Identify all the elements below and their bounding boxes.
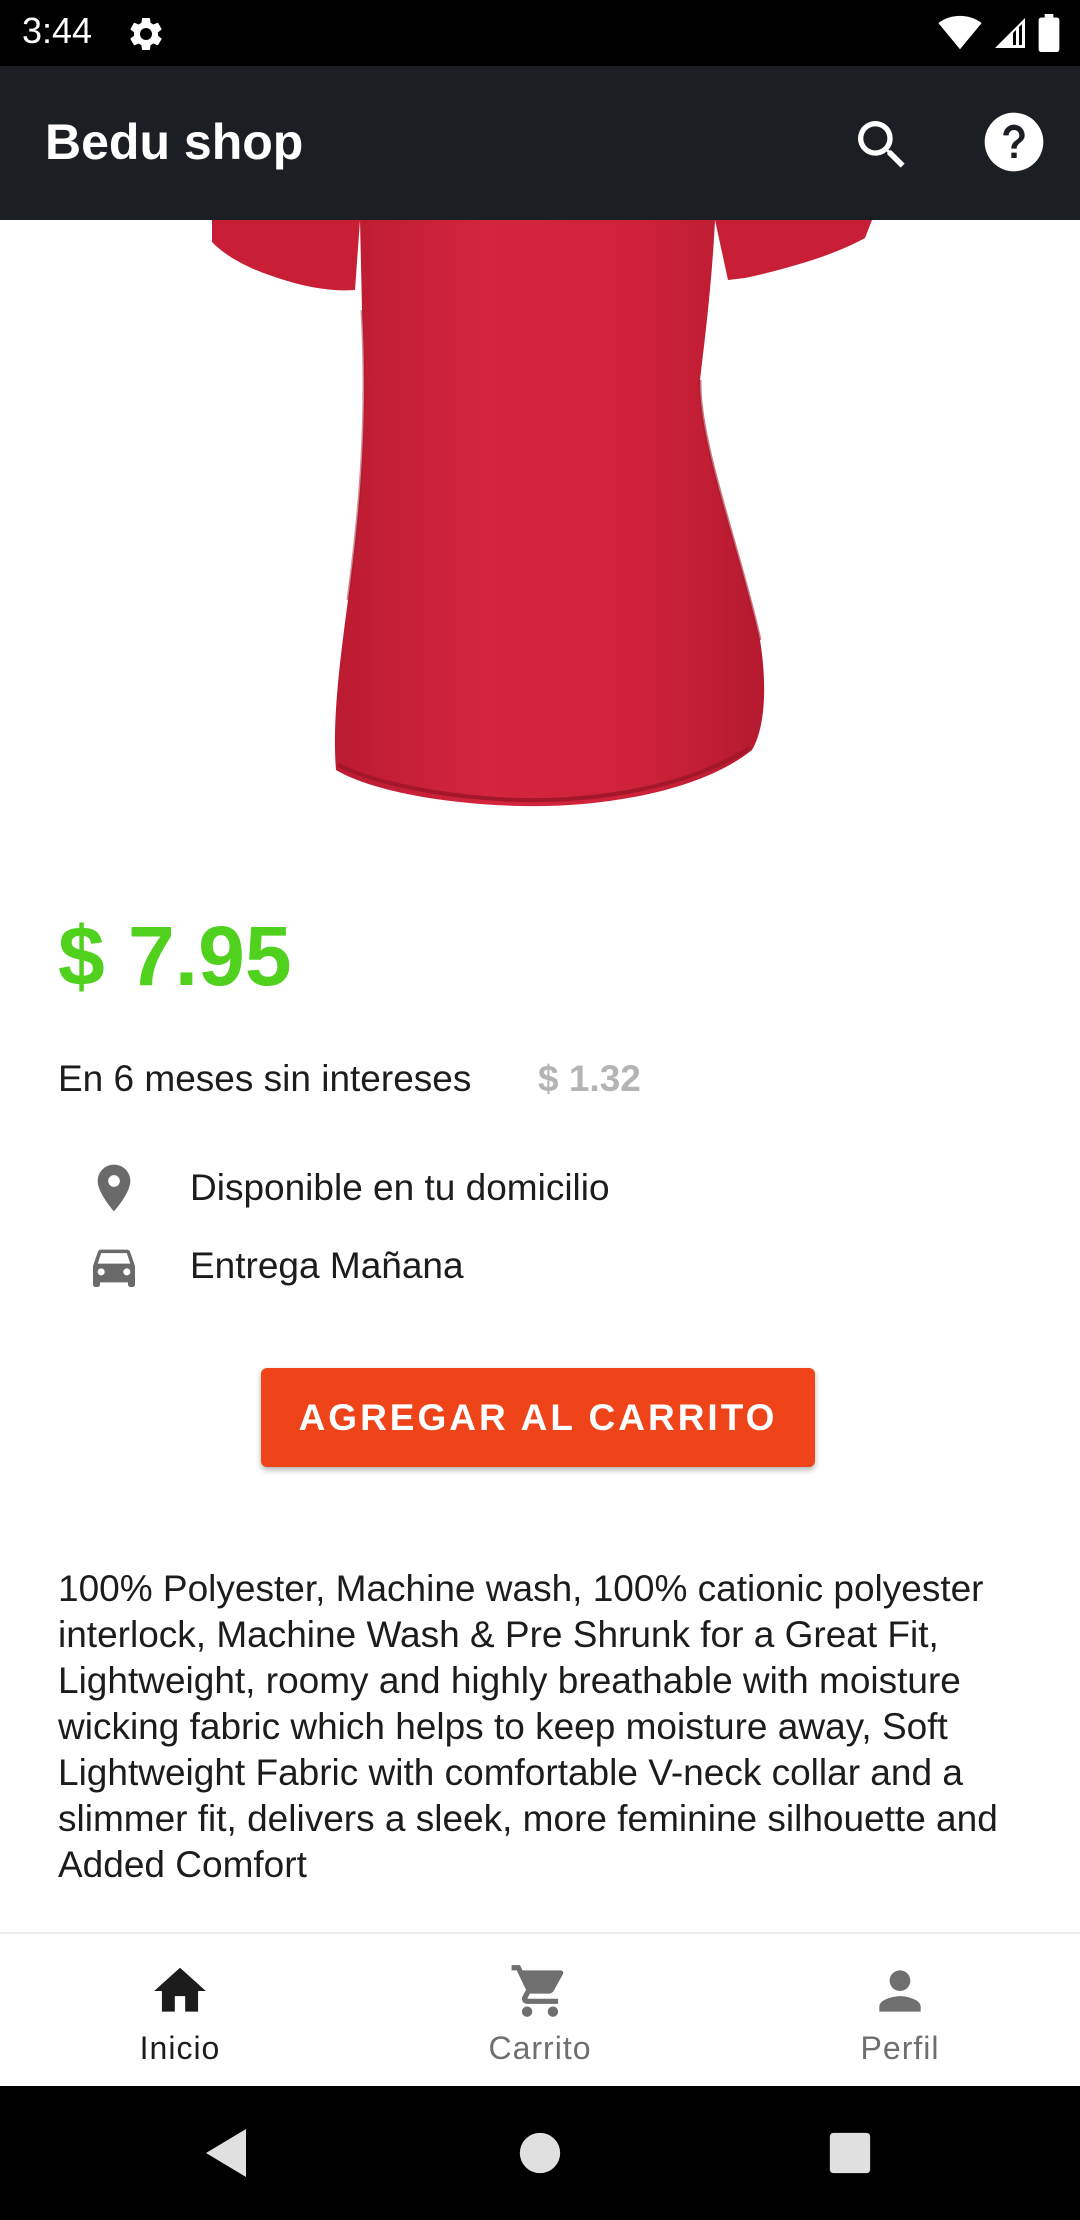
- status-time: 3:44: [22, 10, 93, 51]
- product-price: $ 7.95: [58, 909, 292, 1003]
- search-icon[interactable]: [850, 113, 914, 177]
- status-icons: [938, 12, 1060, 54]
- cellular-signal-icon: [995, 18, 1025, 48]
- nav-item-inicio[interactable]: Inicio: [0, 1934, 360, 2086]
- bottom-navigation: Inicio Carrito Perfil: [0, 1932, 1080, 2086]
- add-to-cart-button[interactable]: AGREGAR AL CARRITO: [261, 1368, 815, 1467]
- recents-square-icon: [829, 2132, 871, 2174]
- wifi-icon: [938, 15, 982, 50]
- app-bar: Bedu shop: [0, 66, 1080, 220]
- car-icon: [93, 1249, 135, 1287]
- installment-amount: $ 1.32: [538, 1058, 641, 1099]
- delivery-text: Entrega Mañana: [190, 1245, 464, 1286]
- app-title: Bedu shop: [45, 114, 304, 170]
- nav-item-perfil[interactable]: Perfil: [720, 1934, 1080, 2086]
- nav-label-carrito: Carrito: [488, 2030, 592, 2066]
- delivery-row: Entrega Mañana: [86, 1238, 464, 1294]
- red-t-shirt-image: [212, 220, 872, 807]
- product-description: 100% Polyester, Machine wash, 100% catio…: [58, 1568, 998, 1885]
- system-recents-button[interactable]: [800, 2086, 900, 2220]
- back-triangle-icon: [206, 2129, 246, 2177]
- person-icon: [879, 1970, 921, 2012]
- status-bar: 3:44: [0, 0, 1080, 66]
- nav-label-perfil: Perfil: [860, 2030, 940, 2066]
- home-circle-icon: [519, 2132, 561, 2174]
- cart-icon: [511, 1965, 564, 2017]
- product-image: [0, 220, 1080, 840]
- system-navigation-bar: [0, 2086, 1080, 2220]
- installments-text: En 6 meses sin intereses: [58, 1058, 472, 1099]
- battery-icon: [1038, 14, 1060, 52]
- help-icon[interactable]: [982, 110, 1046, 174]
- settings-gear-icon: [130, 17, 162, 50]
- nav-label-inicio: Inicio: [139, 2030, 221, 2066]
- home-icon: [154, 1967, 206, 2012]
- system-home-button[interactable]: [490, 2086, 590, 2220]
- availability-text: Disponible en tu domicilio: [190, 1167, 610, 1208]
- nav-item-carrito[interactable]: Carrito: [360, 1934, 720, 2086]
- system-back-button[interactable]: [176, 2086, 276, 2220]
- availability-row: Disponible en tu domicilio: [86, 1160, 610, 1216]
- location-pin-icon: [97, 1164, 131, 1212]
